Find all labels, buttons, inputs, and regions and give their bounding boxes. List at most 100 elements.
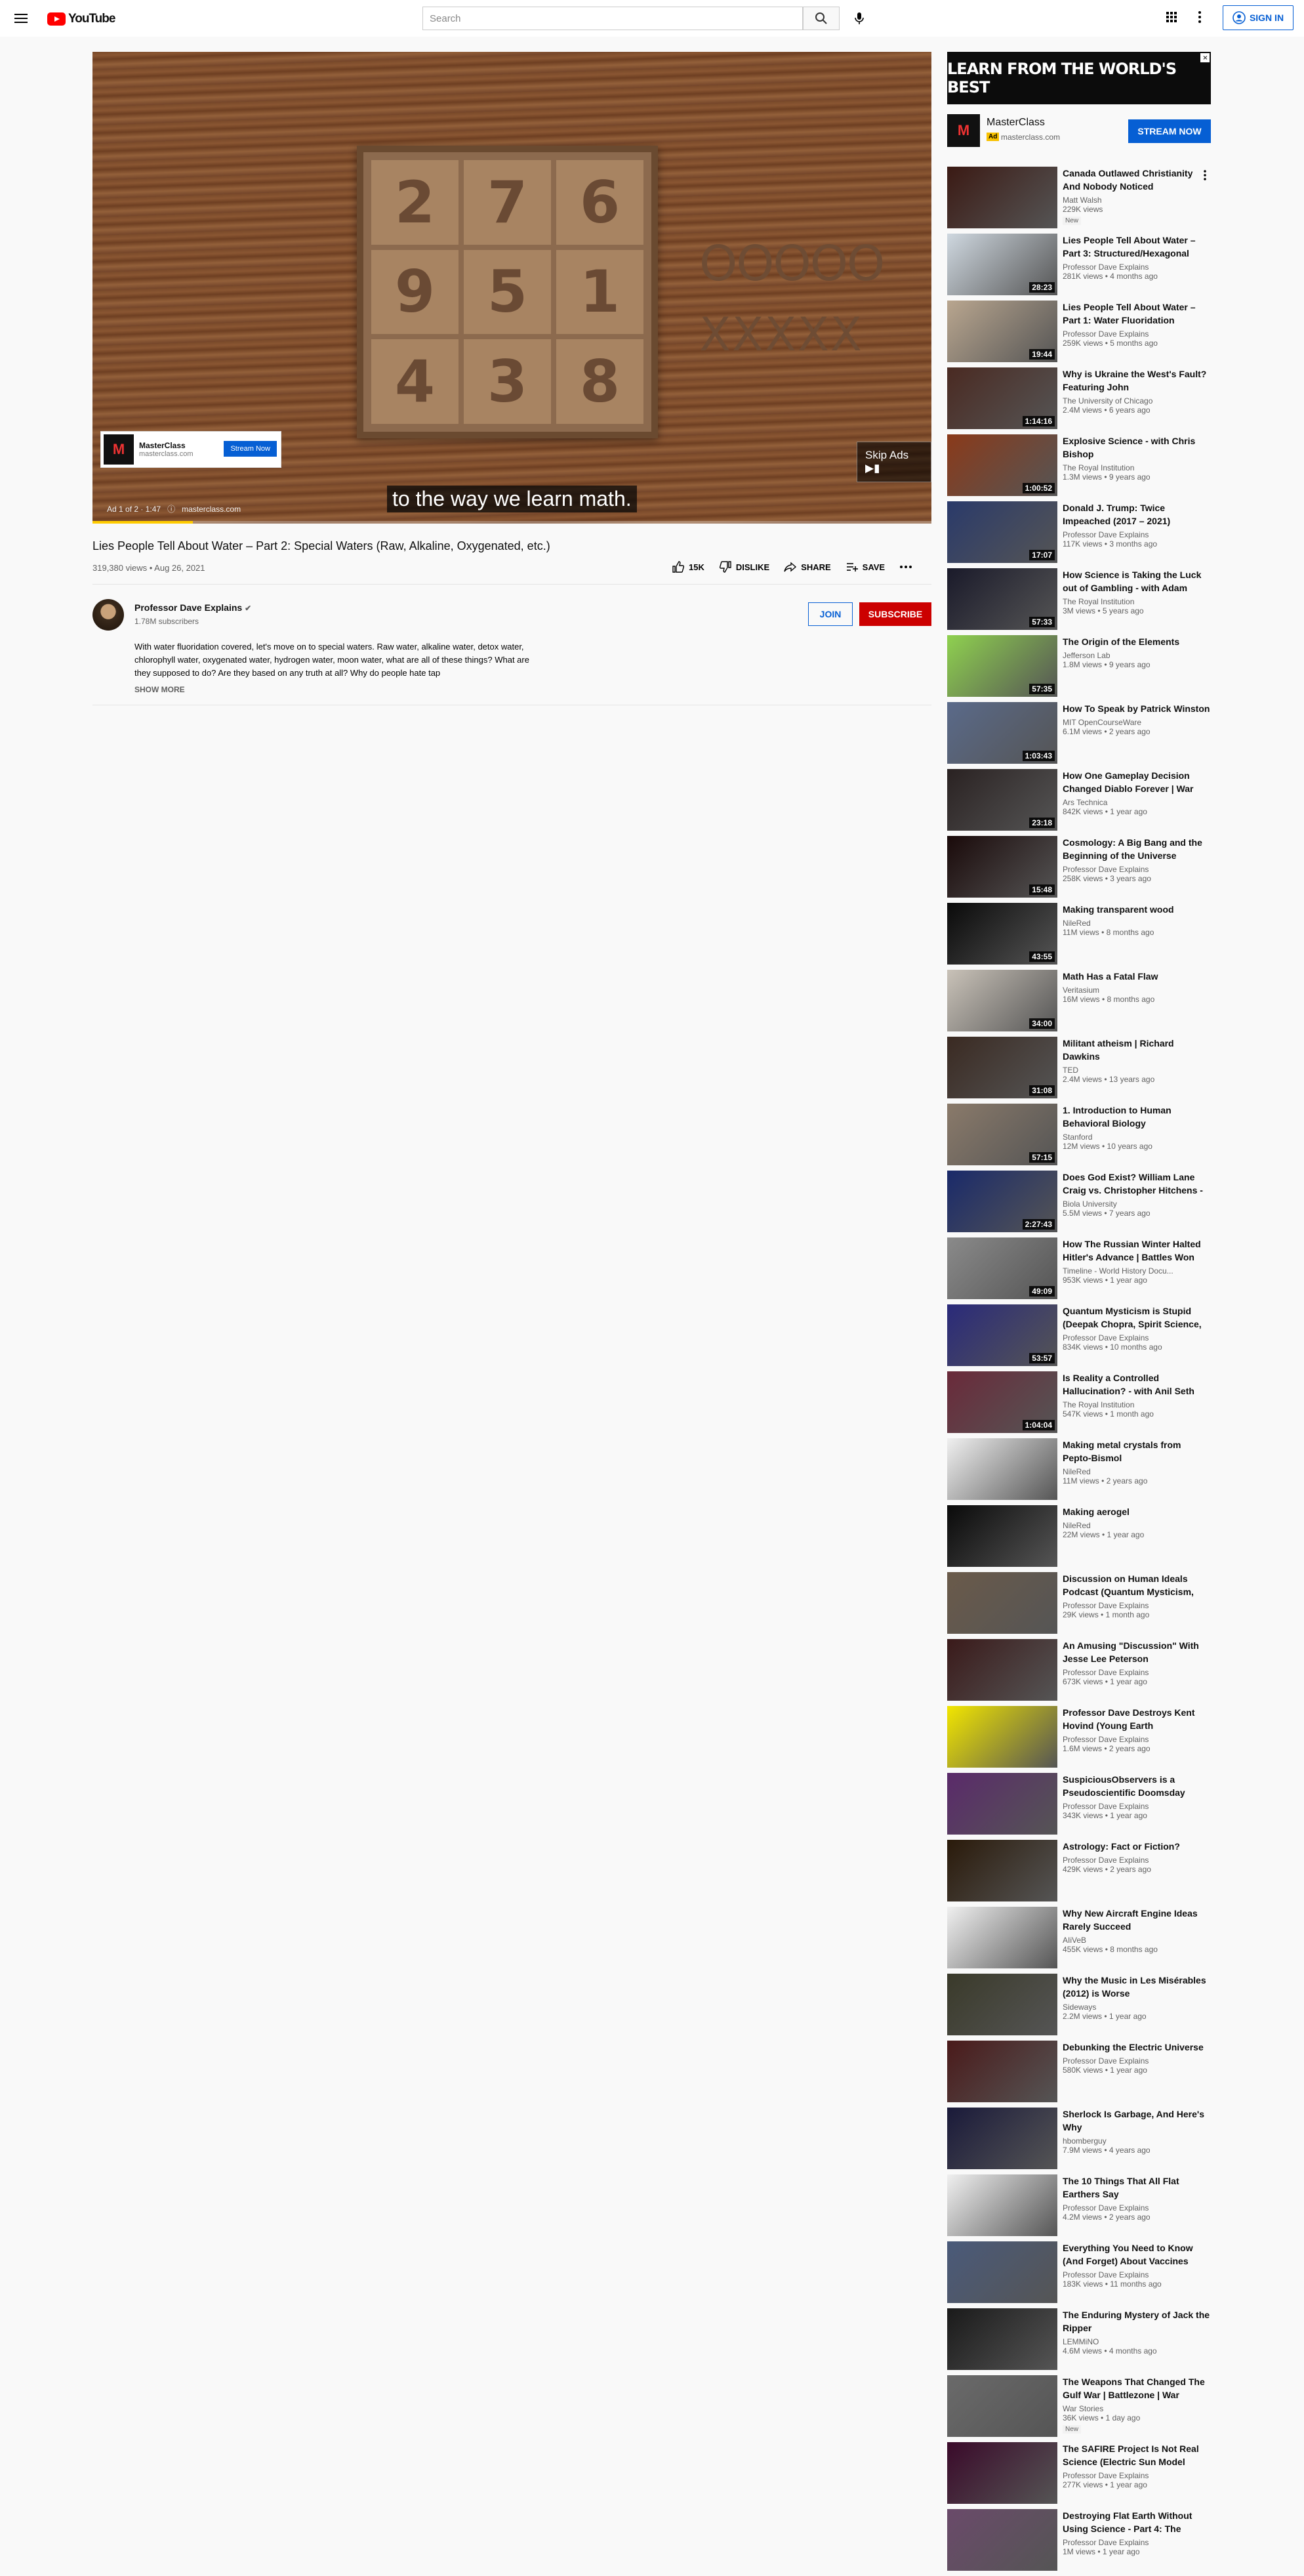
channel-name[interactable]: Professor Dave Explains (1063, 1333, 1211, 1342)
channel-name[interactable]: The Royal Institution (1063, 597, 1211, 606)
channel-name[interactable]: The University of Chicago (1063, 396, 1211, 405)
video-player[interactable]: 2 7 6 9 5 1 4 3 8 OOOOO XXXXX M MasterCl… (92, 52, 931, 524)
stream-now-button[interactable]: STREAM NOW (1128, 119, 1211, 143)
related-video-item[interactable]: Discussion on Human Ideals Podcast (Quan… (947, 1572, 1211, 1639)
related-video-item[interactable]: Destroying Flat Earth Without Using Scie… (947, 2509, 1211, 2576)
channel-name[interactable]: The Royal Institution (1063, 1400, 1211, 1409)
search-button[interactable] (803, 7, 840, 30)
related-video-item[interactable]: 1:00:52 Explosive Science - with Chris Bi… (947, 434, 1211, 501)
video-thumbnail[interactable] (947, 1572, 1057, 1634)
video-title[interactable]: The Enduring Mystery of Jack the Ripper (1063, 2308, 1211, 2335)
video-title[interactable]: Professor Dave Destroys Kent Hovind (You… (1063, 1706, 1211, 1732)
related-video-item[interactable]: 53:57 Quantum Mysticism is Stupid (Deepak… (947, 1304, 1211, 1371)
video-title[interactable]: Quantum Mysticism is Stupid (Deepak Chop… (1063, 1304, 1211, 1331)
channel-name[interactable]: Professor Dave Explains ✔ (134, 602, 251, 613)
video-thumbnail[interactable]: 31:08 (947, 1037, 1057, 1098)
video-thumbnail[interactable]: 28:23 (947, 234, 1057, 295)
video-title[interactable]: Math Has a Fatal Flaw (1063, 970, 1211, 983)
video-title[interactable]: Canada Outlawed Christianity And Nobody … (1063, 167, 1211, 193)
video-title[interactable]: How The Russian Winter Halted Hitler's A… (1063, 1237, 1211, 1264)
video-thumbnail[interactable]: 1:04:04 (947, 1371, 1057, 1433)
channel-name[interactable]: LEMMiNO (1063, 2337, 1211, 2346)
related-video-item[interactable]: 1:03:43 How To Speak by Patrick Winston MI… (947, 702, 1211, 769)
video-thumbnail[interactable] (947, 1505, 1057, 1567)
related-video-item[interactable]: Making aerogel NileRed 22M views • 1 year … (947, 1505, 1211, 1572)
related-video-item[interactable]: 49:09 How The Russian Winter Halted Hitle… (947, 1237, 1211, 1304)
ad-banner[interactable]: LEARN FROM THE WORLD'S BEST × (947, 52, 1211, 104)
search-input[interactable]: Search (422, 7, 803, 30)
video-thumbnail[interactable]: 57:33 (947, 568, 1057, 630)
related-video-item[interactable]: 57:35 The Origin of the Elements Jefferson… (947, 635, 1211, 702)
channel-name[interactable]: Professor Dave Explains (1063, 2538, 1211, 2547)
ad-cta-button[interactable]: Stream Now (224, 441, 277, 457)
channel-name[interactable]: Professor Dave Explains (1063, 1856, 1211, 1865)
ad-card[interactable]: M MasterClass masterclass.com Stream Now (100, 431, 281, 468)
related-video-item[interactable]: 17:07 Donald J. Trump: Twice Impeached (2… (947, 501, 1211, 568)
video-thumbnail[interactable] (947, 1907, 1057, 1968)
channel-name[interactable]: NileRed (1063, 1467, 1211, 1476)
share-button[interactable]: SHARE (784, 560, 831, 573)
channel-name[interactable]: Professor Dave Explains (1063, 1802, 1211, 1811)
video-thumbnail[interactable] (947, 1438, 1057, 1500)
video-title[interactable]: An Amusing "Discussion" With Jesse Lee P… (1063, 1639, 1211, 1665)
video-title[interactable]: The Origin of the Elements (1063, 635, 1211, 648)
video-thumbnail[interactable]: 1:00:52 (947, 434, 1057, 496)
channel-name[interactable]: War Stories (1063, 2404, 1211, 2413)
ad-progress-bar[interactable] (92, 521, 931, 524)
related-video-item[interactable]: The Weapons That Changed The Gulf War | … (947, 2375, 1211, 2442)
dislike-button[interactable]: DISLIKE (719, 560, 769, 573)
related-video-item[interactable]: Why New Aircraft Engine Ideas Rarely Suc… (947, 1907, 1211, 1974)
video-title[interactable]: Everything You Need to Know (And Forget)… (1063, 2241, 1211, 2268)
related-video-item[interactable]: The SAFIRE Project Is Not Real Science (… (947, 2442, 1211, 2509)
video-thumbnail[interactable]: 57:35 (947, 635, 1057, 697)
channel-name[interactable]: hbomberguy (1063, 2136, 1211, 2146)
video-title[interactable]: The Weapons That Changed The Gulf War | … (1063, 2375, 1211, 2401)
channel-name[interactable]: NileRed (1063, 919, 1211, 928)
video-thumbnail[interactable] (947, 1773, 1057, 1835)
video-title[interactable]: Making transparent wood (1063, 903, 1211, 916)
channel-name[interactable]: Professor Dave Explains (1063, 1601, 1211, 1610)
related-video-item[interactable]: 1:04:04 Is Reality a Controlled Hallucina… (947, 1371, 1211, 1438)
channel-name[interactable]: Stanford (1063, 1132, 1211, 1142)
ad-url[interactable]: masterclass.com (182, 505, 241, 514)
video-thumbnail[interactable] (947, 1706, 1057, 1768)
video-thumbnail[interactable] (947, 2442, 1057, 2504)
video-thumbnail[interactable]: 1:03:43 (947, 702, 1057, 764)
channel-name[interactable]: Professor Dave Explains (1063, 865, 1211, 874)
channel-name[interactable]: MIT OpenCourseWare (1063, 718, 1211, 727)
channel-avatar[interactable] (92, 599, 124, 631)
settings-menu-button[interactable] (1198, 10, 1202, 27)
video-title[interactable]: Explosive Science - with Chris Bishop (1063, 434, 1211, 461)
related-video-item[interactable]: 23:18 How One Gameplay Decision Changed D… (947, 769, 1211, 836)
related-video-item[interactable]: 28:23 Lies People Tell About Water – Part… (947, 234, 1211, 301)
video-thumbnail[interactable]: 49:09 (947, 1237, 1057, 1299)
video-thumbnail[interactable] (947, 2375, 1057, 2437)
related-video-item[interactable]: 15:48 Cosmology: A Big Bang and the Begin… (947, 836, 1211, 903)
channel-name[interactable]: Timeline - World History Docu... (1063, 1266, 1211, 1276)
video-title[interactable]: Militant atheism | Richard Dawkins (1063, 1037, 1211, 1063)
channel-name[interactable]: TED (1063, 1066, 1211, 1075)
video-title[interactable]: 1. Introduction to Human Behavioral Biol… (1063, 1104, 1211, 1130)
related-video-item[interactable]: The 10 Things That All Flat Earthers Say… (947, 2174, 1211, 2241)
video-thumbnail[interactable] (947, 2041, 1057, 2102)
menu-icon[interactable] (13, 10, 29, 26)
related-video-item[interactable]: 2:27:43 Does God Exist? William Lane Crai… (947, 1171, 1211, 1237)
channel-name[interactable]: The Royal Institution (1063, 463, 1211, 472)
video-title[interactable]: How One Gameplay Decision Changed Diablo… (1063, 769, 1211, 795)
video-title[interactable]: Is Reality a Controlled Hallucination? -… (1063, 1371, 1211, 1398)
related-video-item[interactable]: Debunking the Electric Universe Professor… (947, 2041, 1211, 2108)
related-video-item[interactable]: 57:33 How Science is Taking the Luck out … (947, 568, 1211, 635)
video-thumbnail[interactable]: 53:57 (947, 1304, 1057, 1366)
video-thumbnail[interactable] (947, 1639, 1057, 1701)
video-thumbnail[interactable]: 1:14:16 (947, 367, 1057, 429)
related-video-item[interactable]: The Enduring Mystery of Jack the Ripper L… (947, 2308, 1211, 2375)
related-video-item[interactable]: Canada Outlawed Christianity And Nobody … (947, 167, 1211, 234)
sign-in-button[interactable]: SIGN IN (1223, 5, 1294, 30)
video-thumbnail[interactable] (947, 2241, 1057, 2303)
video-thumbnail[interactable] (947, 2174, 1057, 2236)
channel-name[interactable]: NileRed (1063, 1521, 1211, 1530)
channel-name[interactable]: Professor Dave Explains (1063, 530, 1211, 539)
channel-name[interactable]: Professor Dave Explains (1063, 1735, 1211, 1744)
video-thumbnail[interactable]: 2:27:43 (947, 1171, 1057, 1232)
video-title[interactable]: Debunking the Electric Universe (1063, 2041, 1211, 2054)
